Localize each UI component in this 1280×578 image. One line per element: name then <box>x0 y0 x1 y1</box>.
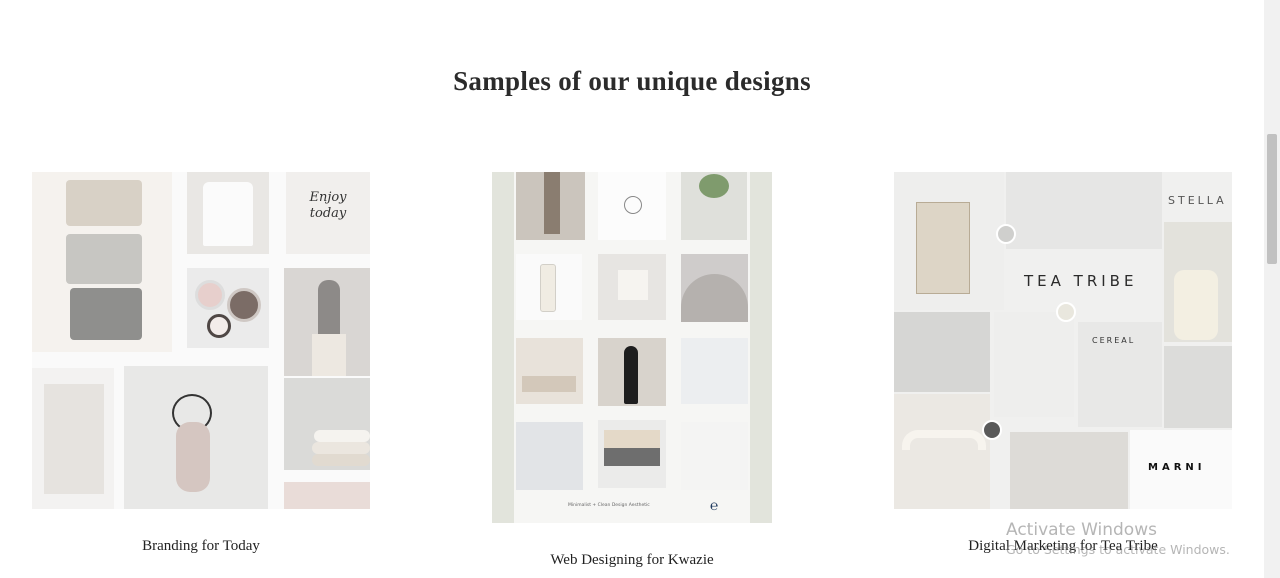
lamp-photo <box>894 172 1004 310</box>
card-marketing[interactable]: STELLA TEA TRIBE CEREAL MARNI Digital Ma… <box>894 172 1232 572</box>
dot-2 <box>1056 302 1076 322</box>
photo-legs <box>516 172 585 240</box>
dot-1 <box>996 224 1016 244</box>
hand-photo <box>124 366 268 509</box>
stationery-photo <box>994 312 1074 417</box>
tree-photo <box>681 338 748 404</box>
brand-marni: MARNI <box>1148 462 1206 473</box>
brand-stella: STELLA <box>1168 194 1227 207</box>
cereal-photo: CEREAL <box>1078 322 1162 427</box>
water-photo <box>516 422 583 490</box>
pots-photo <box>187 268 269 348</box>
box-photo <box>598 420 666 488</box>
packaging-photo <box>1164 222 1232 342</box>
scrollbar-thumb[interactable] <box>1267 134 1277 264</box>
vertical-scrollbar[interactable] <box>1264 0 1280 578</box>
card-caption: Digital Marketing for Tea Tribe <box>968 538 1158 554</box>
fabric-photo <box>681 422 748 490</box>
marni-photo: MARNI <box>1130 430 1232 509</box>
card-caption: Branding for Today <box>142 538 260 554</box>
brand-cereal: CEREAL <box>1092 336 1136 345</box>
moodboard-image: Enjoy today <box>32 172 370 509</box>
dot-3 <box>982 420 1002 440</box>
card-photo <box>598 254 666 320</box>
shirt-photo <box>187 172 269 254</box>
letterhead-photo <box>1010 432 1128 509</box>
moodboard-image: STELLA TEA TRIBE CEREAL MARNI <box>894 172 1232 509</box>
palm-photo <box>894 312 990 392</box>
card-web[interactable]: Minimalist + Clean Design Aesthetic ℮ We… <box>492 172 772 572</box>
dress-photo <box>598 338 666 406</box>
plant-photo <box>681 172 747 240</box>
logo-icon: ℮ <box>710 498 719 514</box>
moodboard-image: Minimalist + Clean Design Aesthetic ℮ <box>492 172 772 523</box>
section-title: Samples of our unique designs <box>453 66 811 96</box>
swatch-dark <box>70 288 142 340</box>
note-text: Enjoy today <box>309 190 347 221</box>
woman-photo <box>284 268 370 376</box>
sketch-photo <box>598 172 666 240</box>
pipe-photo <box>894 394 990 509</box>
page: Samples of our unique designs Enjoy toda… <box>0 0 1264 578</box>
bottle-photo <box>516 254 582 320</box>
swatch-beige <box>66 180 142 226</box>
board-footer-text: Minimalist + Clean Design Aesthetic <box>568 503 650 508</box>
brand-teatribe: TEA TRIBE <box>1024 272 1138 290</box>
card-branding[interactable]: Enjoy today Branding for Today <box>32 172 370 572</box>
swatch-grey <box>66 234 142 284</box>
cards-photo <box>1006 172 1162 249</box>
shelf-photo <box>1164 346 1232 428</box>
interior-photo <box>516 338 583 404</box>
note-card: Enjoy today <box>286 172 370 254</box>
card-caption: Web Designing for Kwazie <box>550 552 714 568</box>
bowls-photo <box>284 378 370 470</box>
flower-photo <box>284 482 370 509</box>
paper-stack <box>32 368 114 509</box>
back-photo <box>681 254 748 322</box>
